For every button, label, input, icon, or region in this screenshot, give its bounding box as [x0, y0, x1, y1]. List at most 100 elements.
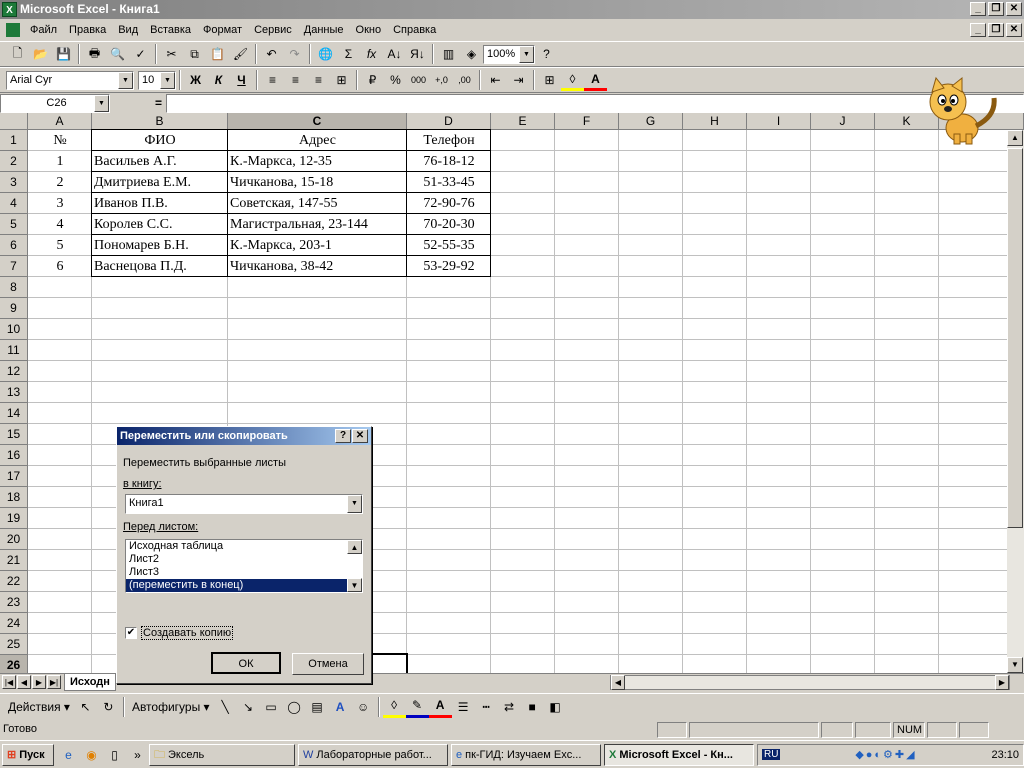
list-scroll-up-icon[interactable]: ▲: [347, 540, 362, 554]
table-cell[interactable]: 1: [28, 151, 92, 172]
row-header[interactable]: 10: [0, 319, 28, 340]
cut-icon[interactable]: ✂: [160, 43, 183, 65]
redo-icon[interactable]: ↷: [283, 43, 306, 65]
row-header[interactable]: 9: [0, 298, 28, 319]
horizontal-scrollbar[interactable]: ◀ ▶: [610, 675, 1010, 690]
table-cell[interactable]: Чичканова, 15-18: [228, 172, 407, 193]
table-cell[interactable]: №: [28, 130, 92, 151]
office-assistant-cat-icon[interactable]: [918, 76, 1002, 146]
column-header[interactable]: I: [747, 113, 811, 130]
draw-font-color-icon[interactable]: A: [428, 696, 452, 718]
textbox-icon[interactable]: ▤: [306, 696, 329, 718]
percent-icon[interactable]: %: [384, 69, 407, 91]
table-cell[interactable]: Советская, 147-55: [228, 193, 407, 214]
oval-icon[interactable]: ◯: [283, 696, 306, 718]
scroll-right-icon[interactable]: ▶: [995, 675, 1009, 690]
function-icon[interactable]: fx: [360, 43, 383, 65]
formula-input[interactable]: [166, 93, 1024, 113]
indent-icon[interactable]: ⇥: [507, 69, 530, 91]
chevron-down-icon[interactable]: ▼: [347, 495, 362, 513]
table-cell[interactable]: Иванов П.В.: [92, 193, 228, 214]
list-item-selected[interactable]: (переместить в конец): [126, 579, 362, 592]
chevron-down-icon[interactable]: ▼: [519, 45, 534, 63]
scroll-down-icon[interactable]: ▼: [1007, 657, 1023, 673]
row-header[interactable]: 19: [0, 508, 28, 529]
font-size-select[interactable]: 10 ▼: [138, 70, 176, 90]
table-cell[interactable]: 6: [28, 256, 92, 277]
name-box[interactable]: C26 ▼: [0, 93, 110, 113]
table-cell[interactable]: Дмитриева Е.М.: [92, 172, 228, 193]
prev-sheet-icon[interactable]: ◀: [17, 675, 31, 689]
list-item[interactable]: Лист2: [126, 553, 362, 566]
autosum-icon[interactable]: Σ: [337, 43, 360, 65]
row-header[interactable]: 4: [0, 193, 28, 214]
row-header[interactable]: 24: [0, 613, 28, 634]
table-cell[interactable]: 4: [28, 214, 92, 235]
menu-data[interactable]: Данные: [298, 19, 350, 41]
menu-help[interactable]: Справка: [387, 19, 442, 41]
row-header[interactable]: 7: [0, 256, 28, 277]
table-cell[interactable]: Королев С.С.: [92, 214, 228, 235]
select-objects-icon[interactable]: ↖: [74, 696, 97, 718]
row-header[interactable]: 1: [0, 130, 28, 151]
row-header[interactable]: 5: [0, 214, 28, 235]
shadow-icon[interactable]: ■: [521, 696, 544, 718]
menu-tools[interactable]: Сервис: [248, 19, 298, 41]
copy-checkbox-row[interactable]: ✔ Создавать копию: [125, 626, 234, 640]
first-sheet-icon[interactable]: |◀: [2, 675, 16, 689]
outdent-icon[interactable]: ⇤: [484, 69, 507, 91]
sort-desc-icon[interactable]: Я↓: [406, 43, 429, 65]
row-header[interactable]: 12: [0, 361, 28, 382]
row-header[interactable]: 15: [0, 424, 28, 445]
table-cell[interactable]: 70-20-30: [407, 214, 491, 235]
last-sheet-icon[interactable]: ▶|: [47, 675, 61, 689]
task-microsoft-excel[interactable]: X Microsoft Excel - Кн...: [604, 743, 754, 766]
column-header[interactable]: J: [811, 113, 875, 130]
table-cell[interactable]: 76-18-12: [407, 151, 491, 172]
table-cell[interactable]: 51-33-45: [407, 172, 491, 193]
row-header[interactable]: 8: [0, 277, 28, 298]
autoshapes-menu[interactable]: Автофигуры ▾: [128, 696, 214, 718]
hyperlink-icon[interactable]: 🌐: [314, 43, 337, 65]
table-cell[interactable]: Пономарев Б.Н.: [92, 235, 228, 256]
open-icon[interactable]: 📂: [29, 43, 52, 65]
workbook-icon[interactable]: [6, 23, 20, 37]
column-header[interactable]: D: [407, 113, 491, 130]
row-header[interactable]: 17: [0, 466, 28, 487]
zoom-select[interactable]: 100% ▼: [483, 44, 535, 64]
merge-center-icon[interactable]: ⊞: [330, 69, 353, 91]
scroll-left-icon[interactable]: ◀: [611, 675, 625, 690]
dialog-help-button[interactable]: ?: [335, 429, 351, 443]
menu-window[interactable]: Окно: [350, 19, 388, 41]
copy-checkbox[interactable]: ✔: [125, 627, 137, 639]
wordart-icon[interactable]: A: [329, 696, 352, 718]
drawing-icon[interactable]: ◈: [460, 43, 483, 65]
new-icon[interactable]: 🗋: [6, 43, 29, 65]
select-all-corner[interactable]: [0, 113, 28, 130]
table-cell[interactable]: 5: [28, 235, 92, 256]
clipart-icon[interactable]: ☺: [352, 696, 375, 718]
table-cell[interactable]: 52-55-35: [407, 235, 491, 256]
font-select[interactable]: Arial Cyr ▼: [6, 70, 134, 90]
column-header[interactable]: E: [491, 113, 555, 130]
undo-icon[interactable]: ↶: [260, 43, 283, 65]
table-cell[interactable]: Васнецова П.Д.: [92, 256, 228, 277]
align-left-icon[interactable]: ≡: [261, 69, 284, 91]
row-header[interactable]: 3: [0, 172, 28, 193]
column-header[interactable]: B: [92, 113, 228, 130]
draw-fill-color-icon[interactable]: ◊: [382, 696, 406, 718]
vertical-scrollbar[interactable]: ▲ ▼: [1007, 130, 1024, 673]
line-icon[interactable]: ╲: [214, 696, 237, 718]
table-cell[interactable]: 53-29-92: [407, 256, 491, 277]
arrow-icon[interactable]: ↘: [237, 696, 260, 718]
window-title-bar[interactable]: X Microsoft Excel - Книга1 _ ❐ ✕: [0, 0, 1024, 19]
task-excel-folder[interactable]: 🗀 Эксель: [149, 743, 295, 766]
doc-restore-button[interactable]: ❐: [988, 23, 1004, 37]
restore-button[interactable]: ❐: [988, 2, 1004, 16]
row-header[interactable]: 13: [0, 382, 28, 403]
table-cell[interactable]: Васильев А.Г.: [92, 151, 228, 172]
list-item[interactable]: Исходная таблица: [126, 540, 362, 553]
scroll-up-icon[interactable]: ▲: [1007, 130, 1023, 146]
formula-equals[interactable]: =: [110, 96, 166, 110]
task-pk-gid[interactable]: e пк-ГИД: Изучаем Exc...: [451, 743, 601, 766]
